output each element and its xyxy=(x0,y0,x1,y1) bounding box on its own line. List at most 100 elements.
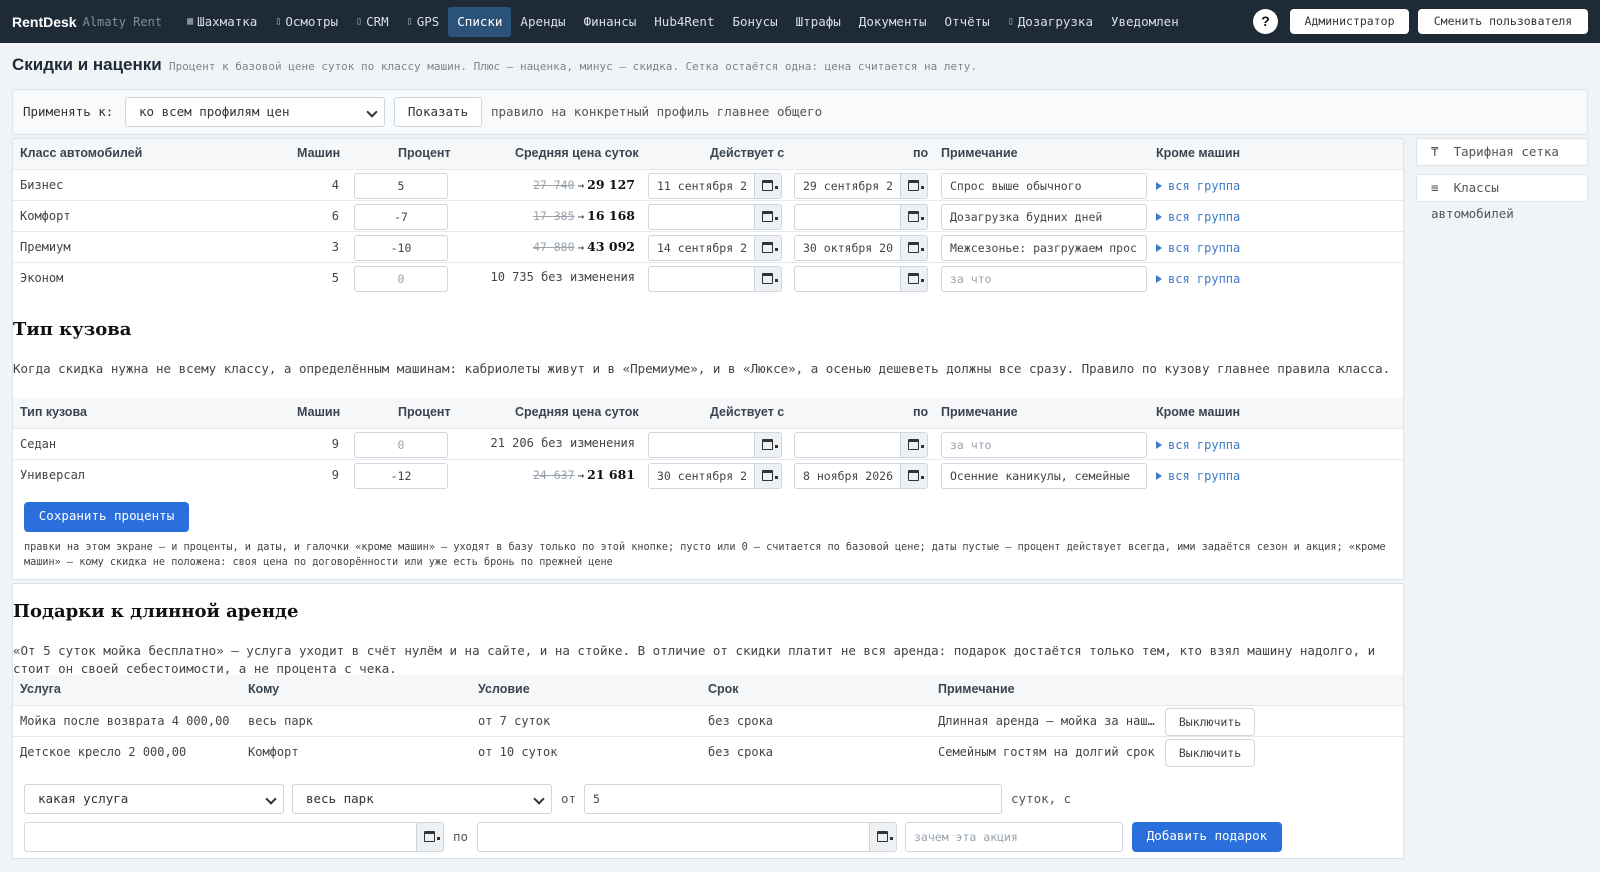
note-input[interactable]: Спрос выше обычного xyxy=(941,173,1147,199)
price-profile-select[interactable]: ко всем профилям цен xyxy=(125,97,385,127)
calendar-button[interactable] xyxy=(900,267,927,291)
except-cars-toggle[interactable]: вся группа xyxy=(1156,469,1240,483)
nav-item-6[interactable]: Финансы xyxy=(575,7,646,37)
car-count: 9 xyxy=(331,468,339,482)
table-row: Детское кресло 2 000,00 Комфорт от 10 суто… xyxy=(13,736,1403,768)
calendar-button[interactable] xyxy=(754,433,781,457)
nav-item-5[interactable]: Аренды xyxy=(511,7,574,37)
end-date-input[interactable]: 8 ноября 2026 xyxy=(794,463,928,489)
calendar-icon xyxy=(762,242,773,253)
gift-days-input[interactable]: 5 xyxy=(584,784,1002,814)
car-count: 5 xyxy=(331,271,339,285)
nav-item-13[interactable]: Уведомлен xyxy=(1102,7,1188,37)
except-cars-toggle[interactable]: вся группа xyxy=(1156,438,1240,452)
percent-input[interactable]: -10 xyxy=(354,235,448,261)
gift-whom: Комфорт xyxy=(248,745,299,759)
calendar-button[interactable] xyxy=(754,236,781,260)
start-date-input[interactable] xyxy=(648,266,782,292)
start-date-input[interactable] xyxy=(648,204,782,230)
gift-reason-input[interactable]: зачем эта акция xyxy=(905,822,1123,852)
note-input[interactable]: Осенние каникулы, семейные xyxy=(941,463,1147,489)
show-button[interactable]: Показать xyxy=(394,97,482,127)
nav-item-2[interactable]: ▯ CRM xyxy=(347,7,398,37)
start-date-input[interactable] xyxy=(648,432,782,458)
gift-whom-select[interactable]: весь парк xyxy=(292,784,552,814)
note-input[interactable]: Дозагрузка будних дней xyxy=(941,204,1147,230)
old-price: 27 740 xyxy=(532,178,575,192)
nav-item-8[interactable]: Бонусы xyxy=(723,7,786,37)
calendar-button[interactable] xyxy=(754,464,781,488)
table-row: Универсал 9 -12 24 637 → 21 681 30 сентября 2 8… xyxy=(13,459,1403,491)
nav-item-3[interactable]: ▯ GPS xyxy=(398,7,449,37)
save-percents-button[interactable]: Сохранить проценты xyxy=(24,502,189,532)
calendar-button[interactable] xyxy=(900,174,927,198)
calendar-button[interactable] xyxy=(900,205,927,229)
note-input[interactable]: за что xyxy=(941,432,1147,458)
nav-item-10[interactable]: Документы xyxy=(850,7,936,37)
help-button[interactable]: ? xyxy=(1253,9,1278,34)
new-price: 16 168 xyxy=(587,208,635,223)
end-date-input[interactable]: 29 сентября 2 xyxy=(794,173,928,199)
gift-term: без срока xyxy=(708,745,774,759)
date-value xyxy=(795,267,901,291)
car-classes-button[interactable]: ≡ Классы автомобилей xyxy=(1416,174,1588,221)
tariff-grid-button[interactable]: ₸ Тарифная сетка xyxy=(1416,138,1588,166)
end-date-input[interactable] xyxy=(794,266,928,292)
table-row: Мойка после возврата 4 000,00 весь парк от… xyxy=(13,705,1403,737)
calendar-button[interactable] xyxy=(754,267,781,291)
calendar-button[interactable] xyxy=(900,433,927,457)
apply-hint: правило на конкретный профиль главнее об… xyxy=(491,104,823,119)
nav-item-12[interactable]: ▯ Дозагрузка xyxy=(999,7,1102,37)
gift-service-select[interactable]: какая услуга xyxy=(24,784,284,814)
calendar-icon xyxy=(908,180,919,191)
car-count: 9 xyxy=(331,437,339,451)
calendar-button[interactable] xyxy=(754,174,781,198)
percent-input[interactable]: 0 xyxy=(354,266,448,292)
disable-gift-button[interactable]: Выключить xyxy=(1165,708,1255,736)
nav-item-7[interactable]: Hub4Rent xyxy=(645,7,723,37)
nav-item-0[interactable]: ▦ Шахматка xyxy=(178,7,266,37)
triangle-right-icon xyxy=(1156,244,1162,252)
gift-start-date[interactable] xyxy=(24,822,444,852)
arrow-right-icon: → xyxy=(577,469,585,482)
nav-item-9[interactable]: Штрафы xyxy=(787,7,850,37)
add-gift-button[interactable]: Добавить подарок xyxy=(1132,822,1282,852)
percent-input[interactable]: -7 xyxy=(354,204,448,230)
calendar-button[interactable] xyxy=(416,823,443,851)
except-cars-toggle[interactable]: вся группа xyxy=(1156,179,1240,193)
admin-button[interactable]: Администратор xyxy=(1290,9,1409,34)
column-header: по xyxy=(913,146,929,160)
percent-input[interactable]: 5 xyxy=(354,173,448,199)
switch-user-button[interactable]: Сменить пользователя xyxy=(1418,9,1588,34)
calendar-button[interactable] xyxy=(754,205,781,229)
note-input[interactable]: за что xyxy=(941,266,1147,292)
column-header: Кроме машин xyxy=(1156,405,1241,419)
calendar-icon xyxy=(908,439,919,450)
percent-input[interactable]: 0 xyxy=(354,432,448,458)
row-name: Комфорт xyxy=(20,209,71,223)
nav-item-1[interactable]: ▯ Осмотры xyxy=(266,7,347,37)
calendar-button[interactable] xyxy=(900,464,927,488)
column-header: Класс автомобилей xyxy=(20,146,143,160)
disable-gift-button[interactable]: Выключить xyxy=(1165,739,1255,767)
gift-end-date[interactable] xyxy=(477,822,897,852)
except-cars-toggle[interactable]: вся группа xyxy=(1156,210,1240,224)
start-date-input[interactable]: 14 сентября 2 xyxy=(648,235,782,261)
calendar-button[interactable] xyxy=(900,236,927,260)
percent-input[interactable]: -12 xyxy=(354,463,448,489)
nav-item-label: GPS xyxy=(416,13,440,29)
start-date-input[interactable]: 30 сентября 2 xyxy=(648,463,782,489)
calendar-icon xyxy=(762,211,773,222)
note-input[interactable]: Межсезонье: разгружаем прос xyxy=(941,235,1147,261)
except-cars-toggle[interactable]: вся группа xyxy=(1156,241,1240,255)
column-header: Процент xyxy=(398,405,451,419)
start-date-input[interactable]: 11 сентября 2 xyxy=(648,173,782,199)
nav-item-11[interactable]: Отчёты xyxy=(936,7,999,37)
end-date-input[interactable] xyxy=(794,204,928,230)
nav-item-4[interactable]: Списки xyxy=(448,6,512,37)
brand-logo[interactable]: RentDesk xyxy=(12,14,77,30)
end-date-input[interactable] xyxy=(794,432,928,458)
calendar-button[interactable] xyxy=(869,823,896,851)
end-date-input[interactable]: 30 октября 20 xyxy=(794,235,928,261)
except-cars-toggle[interactable]: вся группа xyxy=(1156,272,1240,286)
